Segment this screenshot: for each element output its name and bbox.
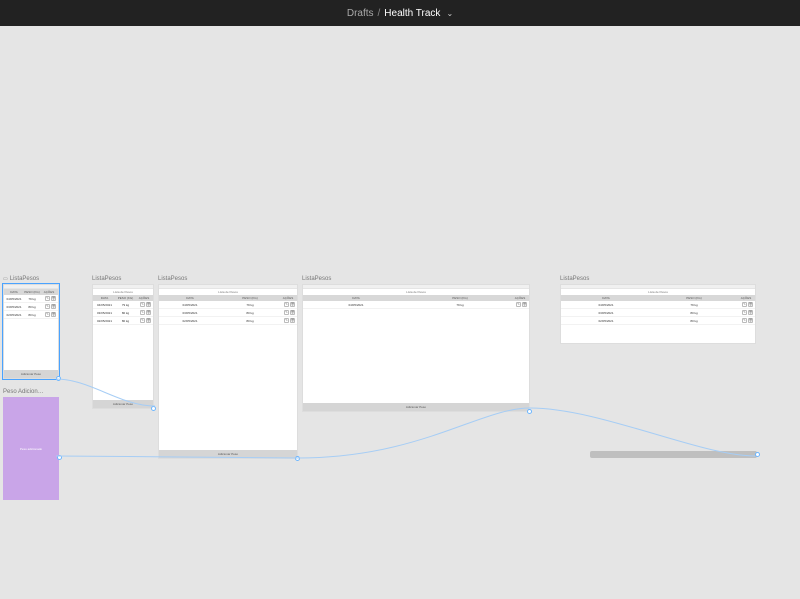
prototype-port[interactable] (151, 406, 156, 411)
delete-icon[interactable]: 🗑 (290, 310, 295, 315)
artboard-peso-adicionado[interactable]: Peso Adicion… Peso adicionado (3, 389, 59, 500)
edit-icon[interactable]: ✎ (140, 302, 145, 307)
edit-icon[interactable]: ✎ (45, 296, 50, 301)
artboard-listapesos-4[interactable]: ListaPesos Lista de Pesos DATA PESO (KG)… (302, 276, 530, 412)
table-row: 02/05/2021 80 kg ✎ 🗑 (93, 317, 153, 325)
artboard-title[interactable]: ListaPesos (302, 276, 530, 282)
delete-icon[interactable]: 🗑 (51, 304, 56, 309)
prototype-port[interactable] (527, 409, 532, 414)
edit-icon[interactable]: ✎ (742, 318, 747, 323)
prototype-port[interactable] (57, 455, 62, 460)
breadcrumb-parent[interactable]: Drafts (347, 8, 374, 19)
delete-icon[interactable]: 🗑 (522, 302, 527, 307)
artboard-title[interactable]: Peso Adicion… (3, 389, 59, 395)
table-row: 02/05/2021 80 kg ✎ 🗑 (4, 311, 58, 319)
prototype-port[interactable] (56, 376, 61, 381)
delete-icon[interactable]: 🗑 (748, 302, 753, 307)
edit-icon[interactable]: ✎ (284, 318, 289, 323)
prototype-port[interactable] (295, 456, 300, 461)
artboard-title[interactable]: ▭ ListaPesos (3, 276, 59, 282)
add-peso-button[interactable]: Adicionar Peso (93, 400, 153, 408)
chevron-down-icon[interactable]: ⌄ (446, 9, 453, 18)
edit-icon[interactable]: ✎ (516, 302, 521, 307)
artboard-listapesos-5[interactable]: ListaPesos Lista de Pesos DATA PESO (KG)… (560, 276, 756, 344)
table-row: 04/05/2021 79 kg ✎ 🗑 (561, 301, 755, 309)
add-peso-button[interactable]: Adicionar Peso (303, 403, 529, 411)
table-row: 04/05/2021 79 kg ✎ 🗑 (159, 301, 297, 309)
delete-icon[interactable]: 🗑 (146, 318, 151, 323)
delete-icon[interactable]: 🗑 (146, 302, 151, 307)
device-icon: ▭ (3, 276, 8, 282)
artboard-title[interactable]: ListaPesos (92, 276, 154, 282)
edit-icon[interactable]: ✎ (140, 310, 145, 315)
table-row: 03/05/2021 80 kg ✎ 🗑 (4, 303, 58, 311)
table-row: 03/05/2021 80 kg ✎ 🗑 (93, 309, 153, 317)
top-bar: Drafts / Health Track ⌄ (0, 0, 800, 26)
edit-icon[interactable]: ✎ (45, 304, 50, 309)
delete-icon[interactable]: 🗑 (290, 318, 295, 323)
table-row: 02/05/2021 80 kg ✎ 🗑 (561, 317, 755, 325)
add-peso-button[interactable]: Adicionar Peso (4, 370, 58, 378)
design-canvas[interactable]: ▭ ListaPesos DATA PESO (KG) AÇÕES 04/05/… (0, 26, 800, 599)
modal-text: Peso adicionado (3, 397, 59, 500)
table-row: 04/05/2021 79 kg ✎ 🗑 (4, 295, 58, 303)
table-row: 03/05/2021 80 kg ✎ 🗑 (159, 309, 297, 317)
footer-bar-element[interactable] (590, 451, 757, 458)
prototype-port[interactable] (755, 452, 760, 457)
edit-icon[interactable]: ✎ (140, 318, 145, 323)
delete-icon[interactable]: 🗑 (51, 312, 56, 317)
breadcrumb-current[interactable]: Health Track (384, 8, 440, 19)
edit-icon[interactable]: ✎ (742, 310, 747, 315)
artboard-listapesos-3[interactable]: ListaPesos Lista de Pesos DATA PESO (KG)… (158, 276, 298, 459)
artboard-title[interactable]: ListaPesos (158, 276, 298, 282)
delete-icon[interactable]: 🗑 (51, 296, 56, 301)
table-row: 04/05/2021 79 kg ✎ 🗑 (303, 301, 529, 309)
add-peso-button[interactable]: Adicionar Peso (159, 450, 297, 458)
breadcrumb: Drafts / Health Track ⌄ (347, 8, 453, 19)
delete-icon[interactable]: 🗑 (146, 310, 151, 315)
table-row: 04/05/2021 79 kg ✎ 🗑 (93, 301, 153, 309)
artboard-title[interactable]: ListaPesos (560, 276, 756, 282)
edit-icon[interactable]: ✎ (284, 310, 289, 315)
edit-icon[interactable]: ✎ (45, 312, 50, 317)
delete-icon[interactable]: 🗑 (748, 318, 753, 323)
edit-icon[interactable]: ✎ (284, 302, 289, 307)
artboard-listapesos-1[interactable]: ▭ ListaPesos DATA PESO (KG) AÇÕES 04/05/… (3, 276, 59, 379)
breadcrumb-separator: / (378, 8, 381, 19)
table-row: 03/05/2021 80 kg ✎ 🗑 (561, 309, 755, 317)
delete-icon[interactable]: 🗑 (748, 310, 753, 315)
artboard-listapesos-2[interactable]: ListaPesos Lista de Pesos DATA PESO (KG)… (92, 276, 154, 409)
edit-icon[interactable]: ✎ (742, 302, 747, 307)
delete-icon[interactable]: 🗑 (290, 302, 295, 307)
table-row: 02/05/2021 80 kg ✎ 🗑 (159, 317, 297, 325)
